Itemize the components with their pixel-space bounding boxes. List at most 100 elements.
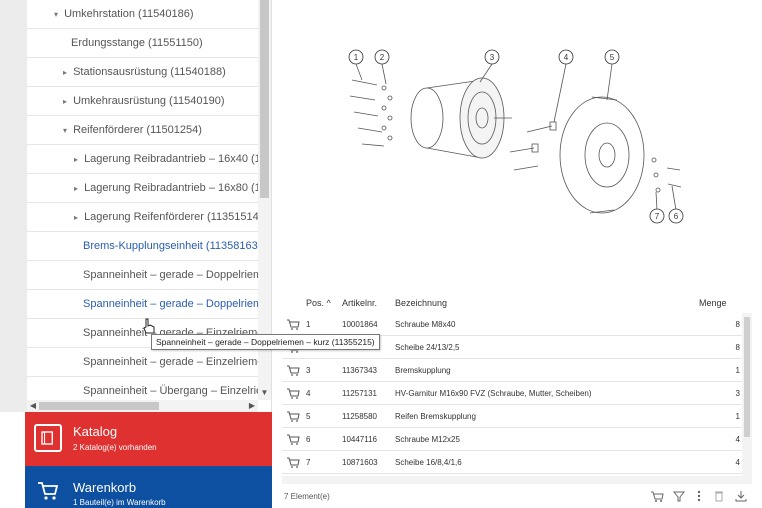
left-panel: ▾ Umkehrstation (11540186) Erdungsstange…: [0, 0, 272, 508]
hv-bolt-group: [509, 121, 557, 171]
tree-item[interactable]: ▸ Lagerung Reibradantrieb – 16x80 (113: [27, 174, 258, 203]
cell-bezeichnung: Reifen Bremskupplung: [395, 412, 476, 421]
element-count: 7 Element(e): [284, 492, 330, 501]
tree-item[interactable]: ▸ Umkehrausrüstung (11540190): [27, 87, 258, 116]
table-row[interactable]: 5 11258580 Reifen Bremskupplung 1: [282, 405, 742, 428]
table-vertical-scrollbar[interactable]: [742, 313, 752, 476]
cart-plus-icon[interactable]: [286, 410, 300, 422]
scroll-down-arrow-icon[interactable]: ▼: [258, 386, 271, 399]
cell-menge: 3: [735, 389, 740, 398]
cell-bezeichnung: Scheibe 24/13/2,5: [395, 343, 460, 352]
table-row[interactable]: 1 10001864 Schraube M8x40 8: [282, 313, 742, 336]
tree-item-label: Umkehrausrüstung (11540190): [73, 95, 225, 107]
scroll-left-arrow-icon[interactable]: ◀: [27, 400, 39, 412]
cell-menge: 8: [735, 320, 740, 329]
tree-item[interactable]: ▸ Lagerung Reibradantrieb – 16x40 (113: [27, 145, 258, 174]
cell-menge: 4: [735, 435, 740, 444]
tyre-part: [559, 96, 645, 214]
nav-katalog-subtitle: 2 Katalog(e) vorhanden: [73, 443, 157, 452]
table-vertical-scroll-thumb[interactable]: [744, 317, 750, 437]
filter-icon[interactable]: [672, 489, 686, 503]
cell-pos: 7: [306, 458, 311, 467]
table-row[interactable]: 7 10871603 Scheibe 16/8,4/1,6 4: [282, 451, 742, 474]
scroll-right-arrow-icon[interactable]: ▶: [246, 400, 258, 412]
table-row[interactable]: 6 10447116 Schraube M12x25 4: [282, 428, 742, 451]
brake-coupling-part: [410, 77, 512, 159]
table-footer: 7 Element(e): [282, 488, 752, 504]
tree-item-label: Lagerung Reibradantrieb – 16x80 (113: [84, 182, 258, 194]
tree-item-label: Umkehrstation (11540186): [64, 8, 194, 20]
tree-horizontal-scroll-thumb[interactable]: [39, 402, 159, 410]
tree-item[interactable]: ▾ Umkehrstation (11540186): [27, 0, 258, 29]
tree-item[interactable]: Spanneinheit – gerade – Einzelriemen: [27, 348, 258, 377]
nav-warenkorb-title: Warenkorb: [73, 480, 137, 495]
cart-plus-icon[interactable]: [286, 387, 300, 399]
cart-icon: [38, 482, 59, 500]
cell-menge: 4: [735, 458, 740, 467]
parts-table-header: Pos. ^ Artikelnr. Bezeichnung Menge: [282, 294, 752, 312]
column-header-artikelnr[interactable]: Artikelnr.: [342, 298, 377, 308]
tree-item[interactable]: Spanneinheit – Übergang – Einzelriem: [27, 377, 258, 400]
tree-item-label: Spanneinheit – gerade – Einzelriemen: [83, 356, 258, 368]
cart-plus-icon[interactable]: [286, 433, 300, 445]
book-icon: [34, 424, 62, 452]
cell-pos: 6: [306, 435, 311, 444]
cell-artikelnr: 10001864: [342, 320, 378, 329]
callout-3-label: 3: [490, 53, 495, 62]
cell-menge: 1: [735, 412, 740, 421]
nav-warenkorb-subtitle: 1 Bauteil(e) im Warenkorb: [73, 498, 166, 507]
cart-plus-icon[interactable]: [286, 456, 300, 468]
tree-item[interactable]: ▸ Stationsausrüstung (11540188): [27, 58, 258, 87]
column-header-bezeichnung[interactable]: Bezeichnung: [395, 298, 447, 308]
nav-warenkorb[interactable]: Warenkorb 1 Bauteil(e) im Warenkorb: [25, 466, 272, 508]
cell-artikelnr: 10447116: [342, 435, 377, 444]
cell-artikelnr: 10871603: [342, 458, 378, 467]
tree-item-label: Lagerung Reibradantrieb – 16x40 (113: [84, 153, 258, 165]
cell-pos: 4: [306, 389, 311, 398]
small-bolt-group: [651, 157, 682, 193]
tree-item[interactable]: Brems-Kupplungseinheit (11358163): [27, 232, 258, 261]
cell-pos: 5: [306, 412, 311, 421]
cell-pos: 3: [306, 366, 311, 375]
washer-group: [381, 85, 393, 141]
table-horizontal-scrollbar[interactable]: [282, 476, 752, 484]
tree-item-label: Lagerung Reifenförderer (11351514): [84, 211, 258, 223]
cart-plus-icon[interactable]: [650, 489, 664, 503]
cell-pos: 1: [306, 320, 311, 329]
tree-item-tooltip: Spanneinheit – gerade – Doppelriemen – k…: [151, 334, 380, 350]
caret-right-icon: ▸: [73, 184, 78, 193]
tree-item[interactable]: Spanneinheit – gerade – Doppelriemen: [27, 261, 258, 290]
exploded-view-drawing[interactable]: 1 2 3 4 5 6 7: [272, 0, 762, 280]
tree-item[interactable]: ▸ Lagerung Reifenförderer (11351514): [27, 203, 258, 232]
tree-horizontal-scrollbar[interactable]: ◀ ▶: [27, 400, 258, 412]
callout-5-label: 5: [610, 53, 615, 62]
callout-1-label: 1: [354, 53, 359, 62]
tree-vertical-scroll-thumb[interactable]: [260, 0, 269, 198]
caret-down-icon: ▾: [62, 126, 67, 135]
cart-plus-icon[interactable]: [286, 318, 300, 330]
more-vertical-icon[interactable]: [692, 489, 706, 503]
column-header-pos[interactable]: Pos. ^: [306, 298, 331, 308]
hand-cursor-icon: [143, 318, 155, 334]
table-row[interactable]: 3 11367343 Bremskupplung 1: [282, 359, 742, 382]
left-gutter: [0, 0, 27, 412]
download-icon[interactable]: [734, 489, 748, 503]
cell-bezeichnung: Schraube M8x40: [395, 320, 456, 329]
tree-item[interactable]: ▾ Reifenförderer (11501254): [27, 116, 258, 145]
nav-katalog[interactable]: Katalog 2 Katalog(e) vorhanden: [25, 412, 272, 466]
table-row[interactable]: 4 11257131 HV-Garnitur M16x90 FVZ (Schra…: [282, 382, 742, 405]
trash-icon[interactable]: [712, 489, 726, 503]
cell-bezeichnung: Bremskupplung: [395, 366, 451, 375]
sort-asc-icon: ^: [326, 298, 331, 308]
cart-plus-icon[interactable]: [286, 364, 300, 376]
column-header-menge[interactable]: Menge: [699, 298, 727, 308]
cell-bezeichnung: HV-Garnitur M16x90 FVZ (Schraube, Mutter…: [395, 389, 592, 398]
tree-item-hovered[interactable]: Spanneinheit – gerade – Doppelriemen: [27, 290, 258, 319]
tree-item-label: Brems-Kupplungseinheit (11358163): [83, 240, 258, 252]
cell-menge: 1: [735, 366, 740, 375]
tree-item-label: Reifenförderer (11501254): [73, 124, 202, 136]
caret-right-icon: ▸: [62, 68, 67, 77]
callout-2-label: 2: [380, 53, 385, 62]
tree-item-label: Erdungsstange (11551150): [71, 37, 203, 49]
tree-item[interactable]: Erdungsstange (11551150): [27, 29, 258, 58]
